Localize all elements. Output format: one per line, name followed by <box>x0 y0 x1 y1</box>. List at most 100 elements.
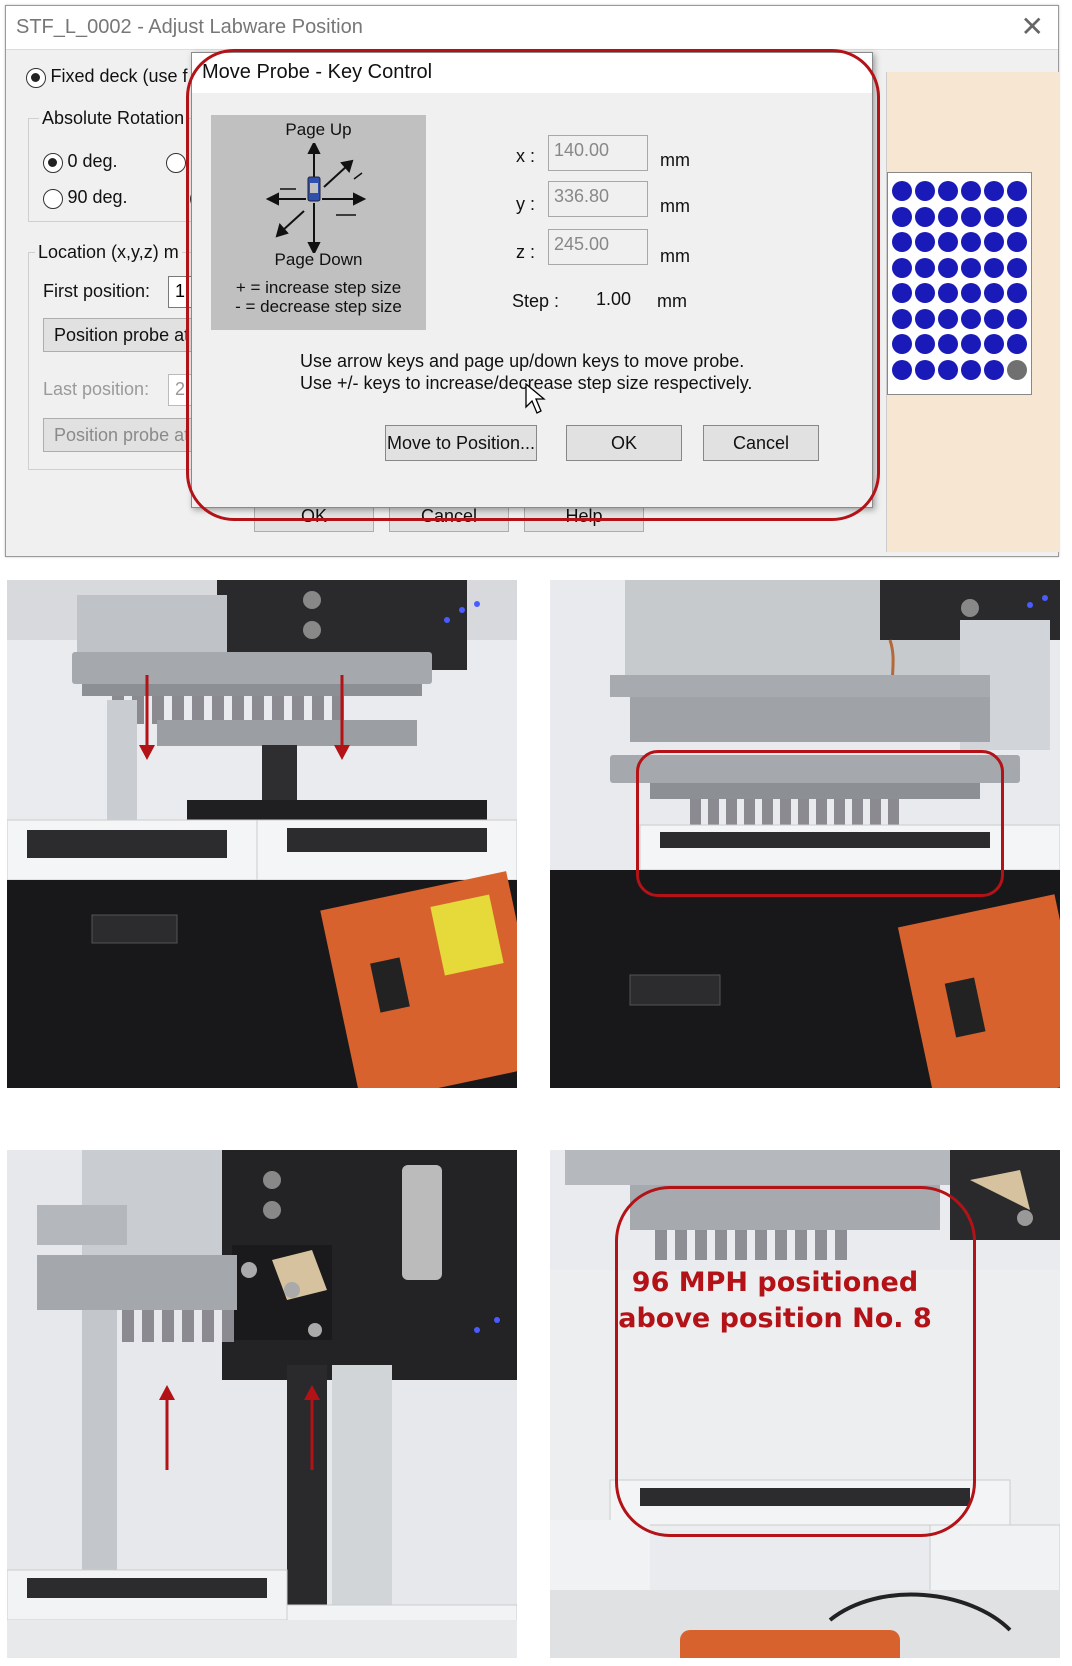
close-icon[interactable]: ✕ <box>1021 12 1044 42</box>
increase-hint: + = increase step size <box>235 278 402 297</box>
page-down-label: Page Down <box>274 250 363 269</box>
well-dot <box>915 359 935 380</box>
photo-positioned-above-8 <box>550 1150 1060 1658</box>
well-dot <box>892 232 912 252</box>
rotation-0-label: 0 deg. <box>67 151 118 171</box>
direction-arrows-icon <box>266 143 367 253</box>
photo-caption: 96 MPH positioned above position No. 8 <box>610 1265 940 1337</box>
well-dot <box>892 334 912 354</box>
radio-icon <box>43 188 63 209</box>
well-dot <box>938 308 958 329</box>
position-probe-button[interactable]: Position probe at <box>43 318 198 352</box>
well-dot <box>961 206 981 227</box>
well-dot <box>1007 308 1027 329</box>
well-dot <box>961 257 981 278</box>
move-probe-dialog: Move Probe - Key Control Page Up Page Do… <box>191 52 873 508</box>
outer-dialog-title: STF_L_0002 - Adjust Labware Position <box>16 16 363 38</box>
photo-caption-line-1: 96 MPH positioned <box>631 1267 919 1298</box>
y-field[interactable]: 336.80 <box>548 181 648 217</box>
well-dot <box>938 359 958 380</box>
well-dot <box>1007 334 1027 354</box>
well-dot <box>892 359 912 380</box>
well-dot <box>915 206 935 227</box>
well-dot <box>938 257 958 278</box>
well-dot <box>938 206 958 227</box>
well-dot <box>915 283 935 303</box>
x-label: x : <box>515 146 535 166</box>
outer-title-bar: STF_L_0002 - Adjust Labware Position ✕ <box>6 6 1058 50</box>
well-dot <box>892 181 912 201</box>
x-field[interactable]: 140.00 <box>548 135 648 171</box>
step-label: Step : <box>512 291 560 311</box>
well-dot <box>1007 359 1027 380</box>
well-dot <box>961 334 981 354</box>
fixed-deck-radio[interactable]: Fixed deck (use f <box>26 66 188 88</box>
rotation-90-label: 90 deg. <box>67 187 128 207</box>
photo-probe-raising <box>7 1150 517 1658</box>
well-dot <box>892 308 912 329</box>
labware-preview <box>886 72 1060 552</box>
well-dot <box>984 206 1004 227</box>
location-group-label: Location (x,y,z) m <box>35 242 182 263</box>
probe-dialog-title: Move Probe - Key Control <box>202 61 433 83</box>
instruction-line-1: Use arrow keys and page up/down keys to … <box>300 351 745 371</box>
well-dot <box>915 334 935 354</box>
probe-ok-button[interactable]: OK <box>566 425 682 461</box>
well-dot <box>984 232 1004 252</box>
well-dot <box>984 257 1004 278</box>
first-position-label: First position: <box>43 281 151 301</box>
well-dot <box>984 181 1004 201</box>
well-dot <box>1007 283 1027 303</box>
step-value: 1.00 <box>596 289 632 309</box>
probe-cancel-button[interactable]: Cancel <box>703 425 819 461</box>
well-dot <box>961 283 981 303</box>
well-dot <box>961 232 981 252</box>
well-dot <box>892 283 912 303</box>
well-dot <box>984 359 1004 380</box>
fixed-deck-label: Fixed deck (use f <box>50 66 188 86</box>
well-dot <box>961 359 981 380</box>
well-dot <box>1007 181 1027 201</box>
well-dot <box>984 283 1004 303</box>
last-position-label: Last position: <box>43 379 150 399</box>
well-dot <box>1007 232 1027 252</box>
well-dot <box>938 181 958 201</box>
well-dot <box>1007 206 1027 227</box>
move-to-position-button[interactable]: Move to Position... <box>385 425 537 461</box>
step-unit: mm <box>657 291 687 311</box>
decrease-hint: - = decrease step size <box>235 297 402 316</box>
well-dot <box>938 232 958 252</box>
well-dot <box>915 308 935 329</box>
radio-icon <box>26 67 46 88</box>
y-label: y : <box>515 194 535 214</box>
probe-title-bar: Move Probe - Key Control <box>192 53 872 93</box>
rotation-group-label: Absolute Rotation <box>39 108 188 129</box>
well-dot <box>938 283 958 303</box>
photo-probe-at-plate <box>550 580 1060 1088</box>
well-dot <box>938 334 958 354</box>
key-control-panel: Page Up Page Down + = increase step size… <box>211 115 426 330</box>
well-dot <box>915 257 935 278</box>
well-dot <box>961 308 981 329</box>
well-dot <box>984 308 1004 329</box>
well-dot <box>892 257 912 278</box>
y-unit: mm <box>660 196 690 216</box>
well-plate <box>887 172 1032 395</box>
radio-icon <box>43 152 63 173</box>
z-unit: mm <box>660 246 690 266</box>
position-probe-button-2[interactable]: Position probe at <box>43 418 198 452</box>
page-up-label: Page Up <box>285 120 352 139</box>
x-unit: mm <box>660 150 690 170</box>
z-field[interactable]: 245.00 <box>548 229 648 265</box>
mouse-cursor-icon <box>525 383 546 414</box>
well-dot <box>1007 257 1027 278</box>
photo-caption-line-2: above position No. 8 <box>618 1303 932 1334</box>
z-label: z : <box>515 242 535 262</box>
photo-probe-lowering <box>7 580 517 1088</box>
well-dot <box>984 334 1004 354</box>
rotation-180-radio[interactable] <box>166 153 186 173</box>
well-dot <box>915 232 935 252</box>
rotation-90-radio[interactable]: 90 deg. <box>43 187 128 209</box>
well-dot <box>961 181 981 201</box>
rotation-0-radio[interactable]: 0 deg. <box>43 151 118 173</box>
